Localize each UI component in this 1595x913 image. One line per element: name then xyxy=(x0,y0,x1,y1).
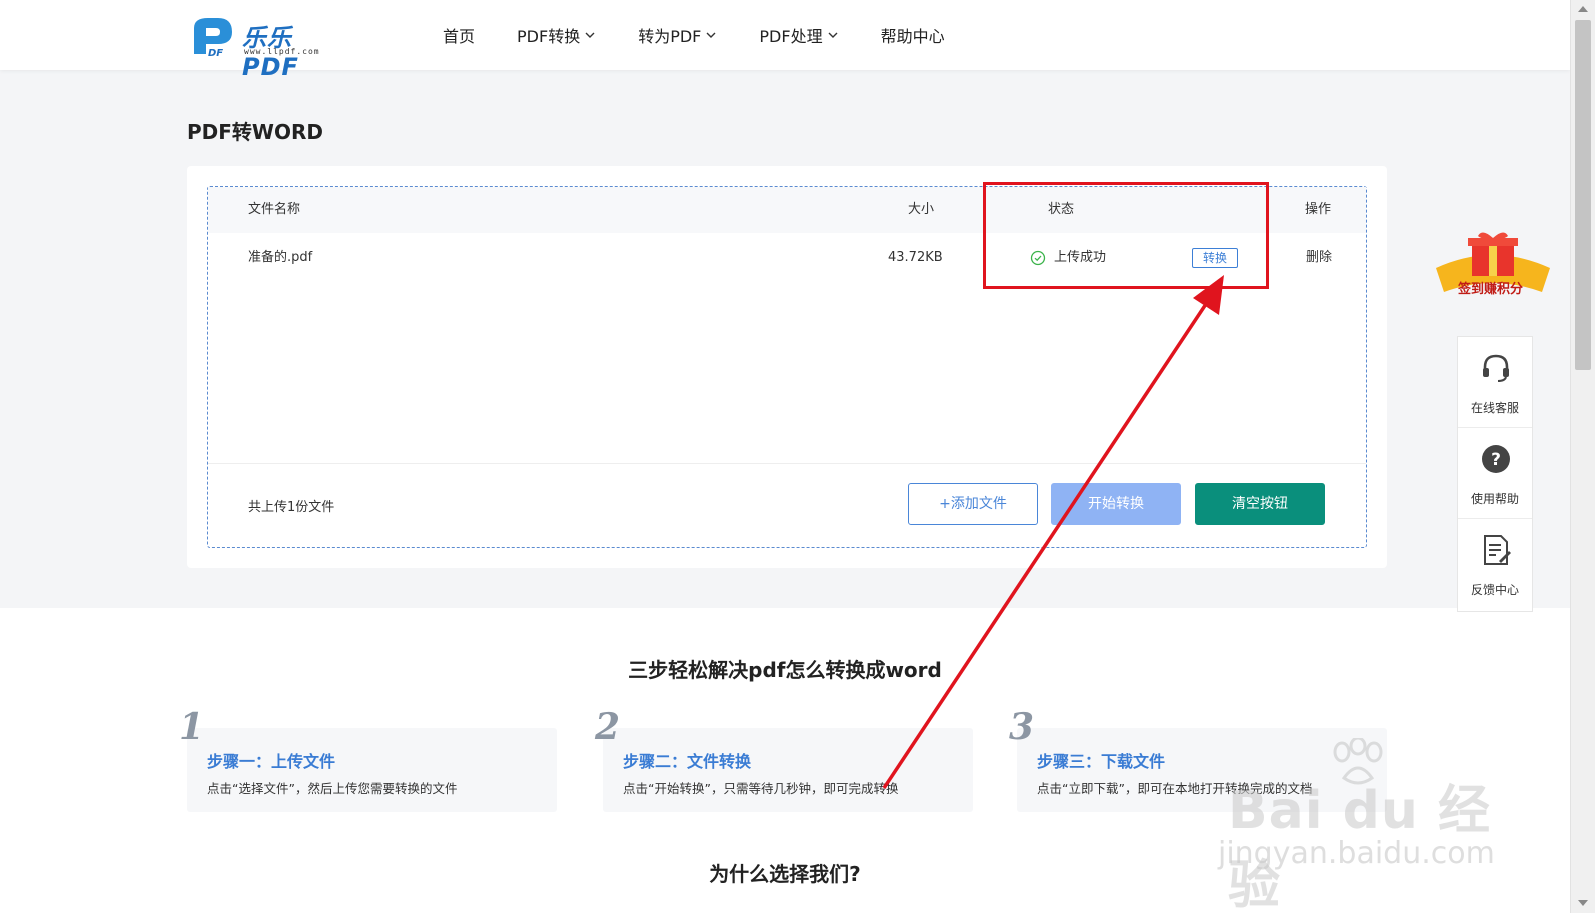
nav-pdf-convert[interactable]: PDF转换 xyxy=(517,23,596,47)
steps-section: 三步轻松解决pdf怎么转换成word 1 步骤一：上传文件 点击“选择文件”，然… xyxy=(0,608,1570,913)
step-desc: 点击“开始转换”，只需等待几秒钟，即可完成转换 xyxy=(623,781,899,796)
nav-help-center[interactable]: 帮助中心 xyxy=(881,23,945,47)
step-title: 步骤一：上传文件 xyxy=(207,752,336,771)
step-desc: 点击“选择文件”，然后上传您需要转换的文件 xyxy=(207,781,458,796)
nav-home[interactable]: 首页 xyxy=(443,23,475,47)
step-card-2: 2 步骤二：文件转换 点击“开始转换”，只需等待几秒钟，即可完成转换 xyxy=(595,706,973,812)
header-file-name: 文件名称 xyxy=(248,202,301,217)
step-title: 步骤二：文件转换 xyxy=(623,752,752,771)
sign-in-gift-badge[interactable]: 签到赚积分 xyxy=(1432,232,1554,304)
table-row: 准备的.pdf 43.72KB 上传成功 转换 删除 xyxy=(208,233,1366,283)
nav-home-label: 首页 xyxy=(443,27,476,46)
nav-pdf-process-label: PDF处理 xyxy=(759,27,823,46)
nav-help-center-label: 帮助中心 xyxy=(880,27,945,46)
upload-footer: 共上传1份文件 +添加文件 开始转换 清空按钮 xyxy=(208,463,1366,547)
nav-to-pdf-label: 转为PDF xyxy=(638,27,702,46)
svg-text:?: ? xyxy=(1491,450,1501,470)
file-name-cell: 准备的.pdf xyxy=(248,250,313,265)
header-size: 大小 xyxy=(908,202,935,217)
header-status: 状态 xyxy=(1048,202,1075,217)
chevron-down-icon xyxy=(828,32,838,38)
upload-status-text: 上传成功 xyxy=(1054,250,1107,265)
logo-url-text: www.llpdf.com xyxy=(244,47,320,56)
nav-to-pdf[interactable]: 转为PDF xyxy=(638,23,717,47)
file-dropzone[interactable]: 文件名称 大小 状态 操作 准备的.pdf 43.72KB 上传成功 转换 删除… xyxy=(207,186,1367,548)
main-nav: 首页 PDF转换 转为PDF PDF处理 帮助中心 xyxy=(443,0,987,70)
side-item-help[interactable]: ? 使用帮助 xyxy=(1458,428,1532,519)
side-item-label: 使用帮助 xyxy=(1470,492,1519,506)
top-header: DF 乐乐PDF www.llpdf.com 首页 PDF转换 转为PDF PD… xyxy=(0,0,1570,81)
step-desc: 点击“立即下载”，即可在本地打开转换完成的文档 xyxy=(1037,781,1313,796)
help-icon: ? xyxy=(1482,445,1510,473)
delete-link[interactable]: 删除 xyxy=(1306,233,1332,283)
why-us-title: 为什么选择我们? xyxy=(709,862,861,886)
upload-count-text: 共上传1份文件 xyxy=(248,500,335,515)
side-item-label: 反馈中心 xyxy=(1470,583,1519,597)
logo-mark-icon: DF xyxy=(194,18,232,58)
step-card-1: 1 步骤一：上传文件 点击“选择文件”，然后上传您需要转换的文件 xyxy=(179,706,557,812)
upload-card: 文件名称 大小 状态 操作 准备的.pdf 43.72KB 上传成功 转换 删除… xyxy=(187,166,1387,568)
side-tool-panel: 在线客服 ? 使用帮助 反馈中心 xyxy=(1457,336,1533,612)
convert-button[interactable]: 转换 xyxy=(1192,248,1238,268)
add-file-button[interactable]: +添加文件 xyxy=(908,483,1038,525)
nav-pdf-process[interactable]: PDF处理 xyxy=(759,23,838,47)
side-item-feedback[interactable]: 反馈中心 xyxy=(1458,519,1532,610)
side-item-label: 在线客服 xyxy=(1470,401,1519,415)
clear-button[interactable]: 清空按钮 xyxy=(1195,483,1325,525)
page-title: PDF转WORD xyxy=(187,120,323,144)
scroll-down-arrow-icon[interactable] xyxy=(1578,900,1588,906)
headset-icon xyxy=(1483,354,1509,382)
start-convert-button[interactable]: 开始转换 xyxy=(1051,483,1181,525)
side-item-online-service[interactable]: 在线客服 xyxy=(1458,337,1532,428)
site-logo[interactable]: DF 乐乐PDF www.llpdf.com xyxy=(186,14,346,81)
chevron-down-icon xyxy=(706,32,716,38)
svg-text:DF: DF xyxy=(208,48,223,58)
step-card-3: 3 步骤三：下载文件 点击“立即下载”，即可在本地打开转换完成的文档 xyxy=(1009,706,1387,812)
step-title: 步骤三：下载文件 xyxy=(1037,752,1166,771)
check-circle-icon xyxy=(1030,250,1046,266)
page-scrollbar[interactable] xyxy=(1570,0,1595,913)
steps-section-title: 三步轻松解决pdf怎么转换成word xyxy=(628,658,942,682)
step-number: 2 xyxy=(595,706,621,748)
step-number: 1 xyxy=(179,706,205,748)
chevron-down-icon xyxy=(585,32,595,38)
gift-label: 签到赚积分 xyxy=(1458,282,1524,297)
file-size-cell: 43.72KB xyxy=(888,250,943,265)
step-number: 3 xyxy=(1009,706,1035,748)
scroll-thumb[interactable] xyxy=(1575,20,1591,370)
header-operation: 操作 xyxy=(1305,202,1332,217)
nav-pdf-convert-label: PDF转换 xyxy=(517,27,581,46)
scroll-up-arrow-icon[interactable] xyxy=(1578,6,1588,12)
feedback-icon xyxy=(1484,535,1511,565)
file-table-header: 文件名称 大小 状态 操作 xyxy=(208,187,1366,233)
